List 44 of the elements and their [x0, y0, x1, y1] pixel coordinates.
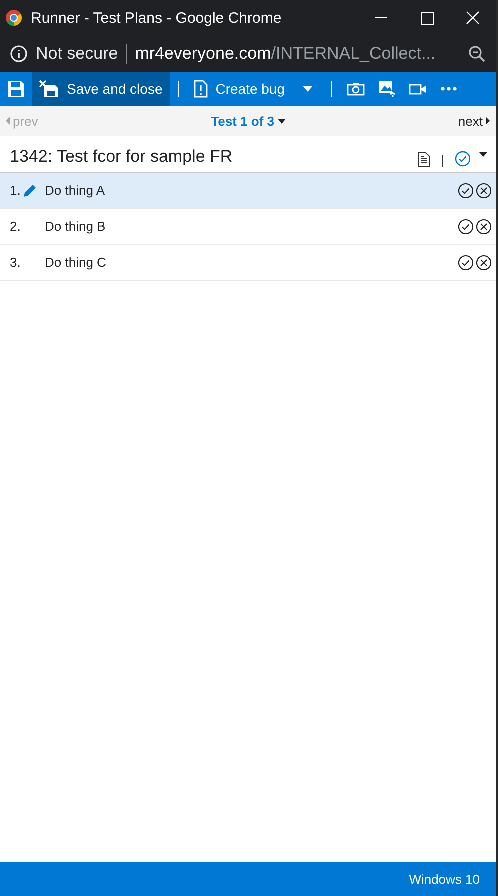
chrome-logo-icon: [5, 9, 23, 27]
pass-icon[interactable]: [458, 218, 474, 234]
caret-left-icon: [6, 117, 10, 125]
document-alert-icon: [194, 80, 208, 98]
pass-icon[interactable]: [458, 254, 474, 270]
step-number: 1.: [10, 183, 22, 198]
step-number: 2.: [10, 219, 22, 234]
caret-icon[interactable]: [479, 152, 488, 157]
check-circle-icon[interactable]: [455, 151, 471, 167]
camera-icon[interactable]: [346, 82, 365, 96]
caret-icon: [278, 118, 286, 124]
security-label: Not secure: [36, 44, 118, 64]
test-selector[interactable]: Test 1 of 3: [211, 114, 286, 128]
test-title: 1342: Test fcor for sample FR: [10, 147, 234, 167]
status-text: Windows 10: [409, 872, 480, 886]
fail-icon[interactable]: [476, 254, 492, 270]
test-step-row[interactable]: 2. Do thing B: [0, 209, 496, 245]
pass-icon[interactable]: [458, 182, 474, 198]
image-capture-icon[interactable]: [378, 80, 396, 98]
zoom-icon[interactable]: [468, 45, 486, 63]
url-text[interactable]: mr4everyone.com/INTERNAL_Collect...: [135, 44, 460, 64]
test-step-row[interactable]: 3. Do thing C: [0, 245, 496, 281]
save-icon: [7, 80, 25, 98]
minimize-icon[interactable]: [375, 17, 387, 19]
step-text: Do thing B: [45, 219, 107, 234]
create-bug-button[interactable]: Create bug: [186, 72, 292, 106]
caret-right-icon: [486, 117, 490, 125]
next-link[interactable]: next: [458, 114, 490, 128]
test-step-row[interactable]: 1. Do thing A: [0, 173, 496, 209]
fail-icon[interactable]: [476, 218, 492, 234]
fail-icon[interactable]: [476, 182, 492, 198]
save-close-icon: [39, 80, 59, 98]
window-title: Runner - Test Plans - Google Chrome: [31, 10, 283, 26]
more-icon[interactable]: [440, 87, 457, 91]
step-number: 3.: [10, 255, 22, 270]
info-icon[interactable]: [10, 45, 28, 63]
document-icon[interactable]: [418, 152, 430, 167]
pencil-icon: [22, 182, 38, 198]
close-icon[interactable]: [466, 11, 480, 25]
video-camera-icon[interactable]: [408, 83, 427, 95]
step-text: Do thing C: [45, 255, 108, 270]
step-text: Do thing A: [45, 183, 106, 198]
save-close-button[interactable]: Save and close: [32, 72, 170, 106]
maximize-icon[interactable]: [420, 12, 434, 24]
